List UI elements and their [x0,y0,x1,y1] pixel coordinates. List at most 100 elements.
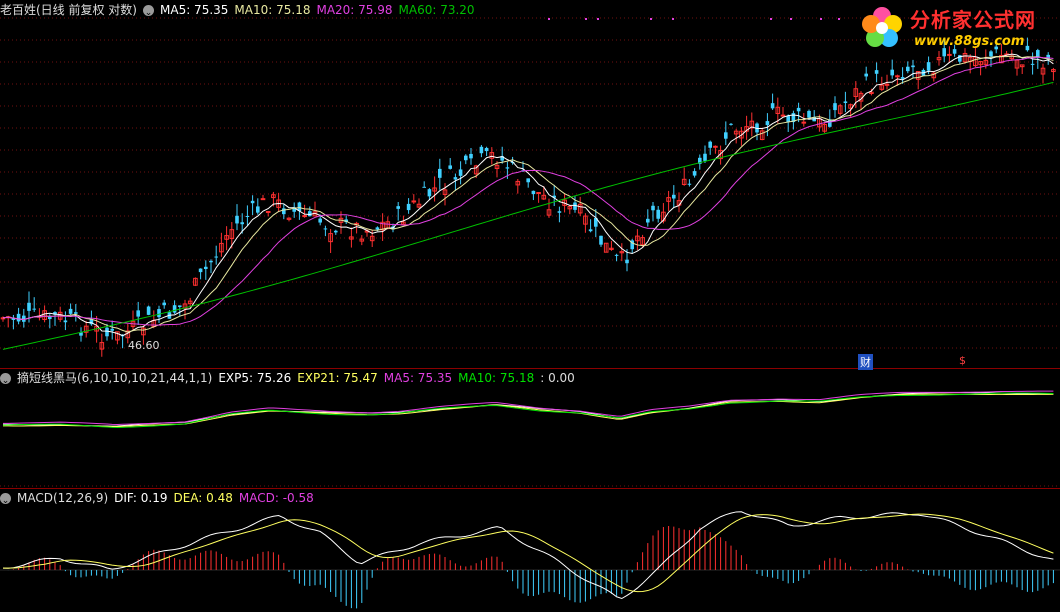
candle [681,167,687,186]
candle [282,204,286,220]
signal-dot [820,18,822,20]
candle [214,245,218,265]
candle [380,213,385,241]
ma20-label: MA20: 75.98 [316,3,393,17]
candle [349,227,354,248]
candle [146,305,151,316]
candle [204,260,208,280]
candle [864,66,868,81]
candle [250,195,255,216]
exp5-label: EXP5: 75.26 [218,371,292,385]
logo-url: www.88gs.com [914,34,1025,49]
settings-circle-icon[interactable]: ⌄ [143,4,154,18]
ind-ma5-label: MA5: 75.35 [383,371,453,385]
candle [286,217,292,222]
candle [588,219,593,233]
candle [536,192,541,203]
settings-circle-icon[interactable]: ⌄ [0,372,11,386]
signal-dot [548,18,550,20]
indicator-lines [0,390,1060,487]
finance-tag[interactable]: 财 [858,354,873,370]
ma10-label: MA10: 75.18 [234,3,311,17]
macd-header: ⌄ MACD(12,26,9) DIF: 0.19 DEA: 0.48 MACD… [0,490,314,506]
signal-dot [650,18,652,20]
candle [484,146,489,157]
ma20-line [2,56,1054,326]
candle [63,311,68,331]
candle [614,253,619,262]
indicator-line [2,392,1054,429]
candle [1019,64,1025,74]
candle [906,61,910,74]
candle [22,308,26,328]
candle [744,115,749,140]
candle [256,198,260,215]
candle [53,311,57,326]
low-price-label: 46.60 [128,339,160,352]
candle [749,112,755,137]
indicator-name: 摘短线黑马(6,10,10,10,21,44,1,1) [17,371,213,385]
candle [235,204,239,231]
candle [74,304,78,322]
candle [422,181,426,188]
candle [900,67,905,84]
macd-value-label: MACD: -0.58 [238,491,314,505]
price-chart-header: 老百姓(日线 前复权 对数) ⌄ MA5: 75.35 MA10: 75.18 … [0,2,475,18]
candle [37,308,42,321]
candle [110,320,114,340]
settings-circle-icon[interactable]: ⌄ [0,492,11,506]
candle [609,240,614,251]
candle [837,103,843,116]
candle [676,192,682,213]
candle [344,215,348,225]
candle [162,299,166,309]
candle [765,113,770,137]
candle [219,232,224,257]
candle [858,91,864,111]
candle [432,176,437,202]
candle [828,109,832,128]
exp21-label: EXP21: 75.47 [297,371,378,385]
ind-ma10-label: MA10: 75.18 [458,371,535,385]
candle [260,194,266,201]
candle [32,297,36,312]
candle [646,209,650,227]
macd-panel[interactable]: ⌄ MACD(12,26,9) DIF: 0.19 DEA: 0.48 MACD… [0,488,1060,612]
candle [1014,59,1020,76]
candle [599,235,603,247]
candle [79,327,83,342]
candle [724,121,728,146]
indicator-panel[interactable]: ⌄ 摘短线黑马(6,10,10,10,21,44,1,1) EXP5: 75.2… [0,368,1060,489]
macd-name: MACD(12,26,9) [17,491,109,505]
candle [531,190,536,201]
candle [552,184,556,207]
candle [708,140,712,155]
candle [224,226,229,251]
ma5-line [2,53,1054,337]
candle [438,158,442,190]
candle [323,225,328,237]
candle [308,206,312,217]
candle [874,62,879,83]
candle [302,204,307,218]
candle [791,110,796,130]
candle [411,194,417,204]
candle [775,97,781,124]
candle [120,334,125,349]
candle [594,208,598,238]
candle [619,243,625,262]
candle [416,198,422,209]
candle [469,148,473,165]
candle [198,268,203,280]
candle [99,333,105,357]
dividend-tag[interactable]: $ [957,354,968,367]
candle [843,91,848,113]
macd-chart [0,511,1060,609]
candle [978,60,983,76]
candle [911,59,915,79]
candle [890,59,894,79]
candle [770,93,775,110]
candle [1040,63,1046,84]
signal-dot [597,18,599,20]
candle [464,154,468,165]
